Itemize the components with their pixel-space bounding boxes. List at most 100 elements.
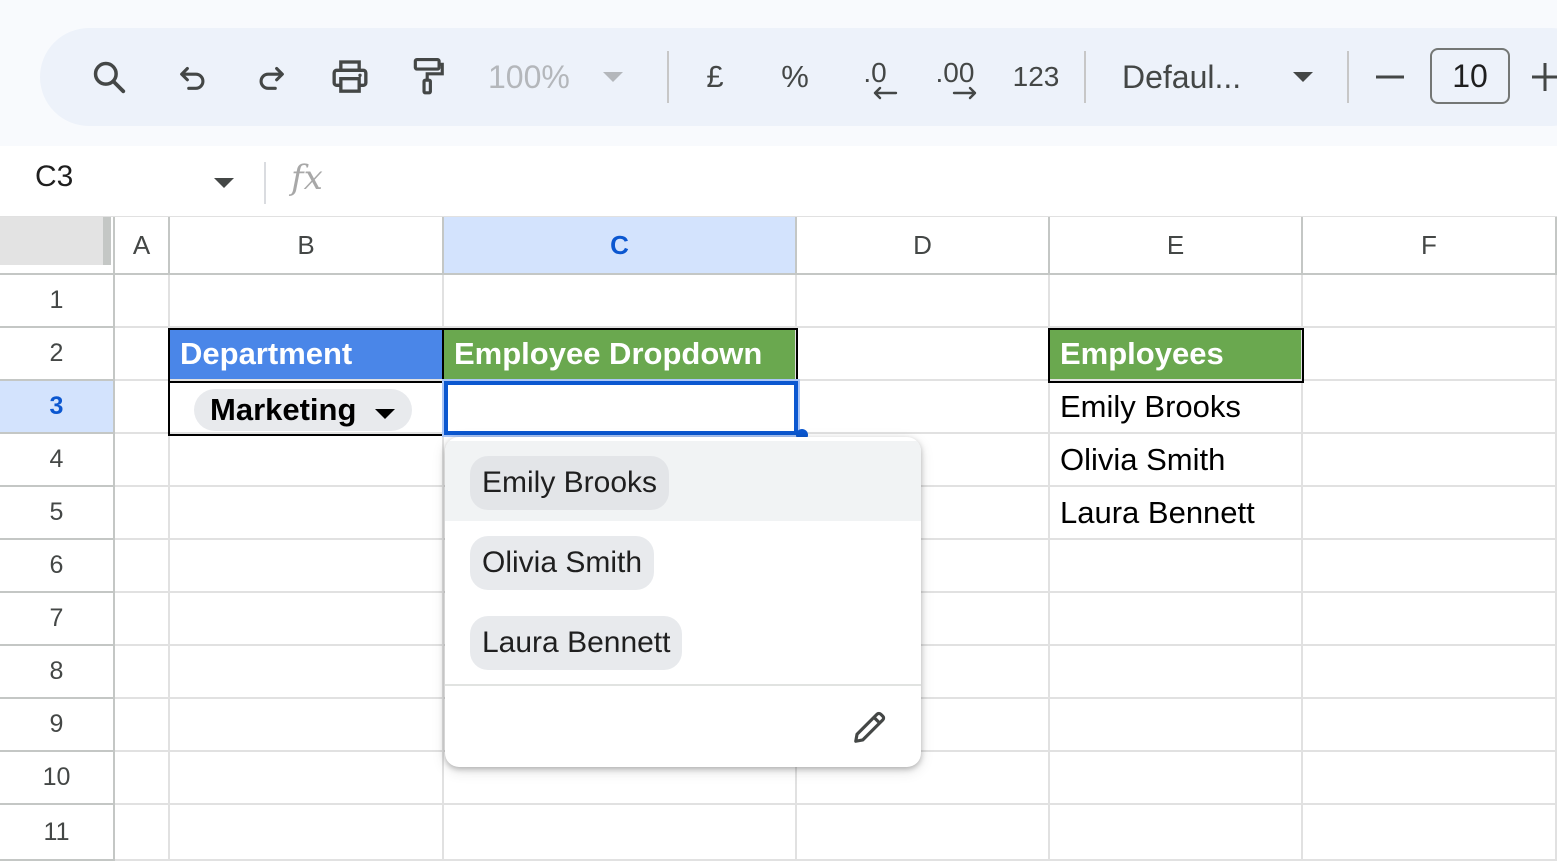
grid-cell[interactable] [1303, 381, 1557, 434]
grid-cell[interactable] [1303, 540, 1557, 593]
grid-cell[interactable] [170, 593, 444, 646]
grid-cell[interactable] [1303, 805, 1557, 861]
name-box[interactable]: C3 [35, 160, 73, 194]
row-header-2[interactable]: 2 [0, 328, 115, 381]
grid-cell[interactable] [797, 805, 1050, 861]
increase-font-size-button[interactable] [1532, 28, 1557, 126]
dropdown-option-chip: Laura Bennett [470, 616, 683, 670]
grid-cell[interactable] [1050, 646, 1303, 699]
grid-cell[interactable] [1050, 805, 1303, 861]
grid-cell[interactable] [115, 646, 170, 699]
column-header-d[interactable]: D [797, 217, 1050, 275]
grid-cell[interactable] [1050, 593, 1303, 646]
department-chip[interactable]: Marketing [194, 389, 413, 431]
grid-cell[interactable] [115, 805, 170, 861]
grid-cell[interactable] [1303, 699, 1557, 752]
decrease-font-size-button[interactable] [1370, 28, 1410, 126]
column-header-e[interactable]: E [1050, 217, 1303, 275]
grid-cell[interactable] [115, 328, 170, 381]
grid-cell[interactable] [1050, 540, 1303, 593]
grid-cell[interactable] [115, 487, 170, 540]
increase-decimal-label: .00 [935, 57, 975, 88]
row-header-8[interactable]: 8 [0, 646, 115, 699]
row-header-11[interactable]: 11 [0, 805, 115, 861]
paint-format-button[interactable] [405, 28, 451, 126]
dropdown-option-laura-bennett[interactable]: Laura Bennett [445, 601, 921, 681]
print-button[interactable] [327, 28, 373, 126]
column-header-b[interactable]: B [170, 217, 444, 275]
row-header-9[interactable]: 9 [0, 699, 115, 752]
grid-cell[interactable] [797, 275, 1050, 328]
grid-cell[interactable] [1050, 699, 1303, 752]
edit-rule-button[interactable] [850, 709, 890, 749]
cell-b3[interactable]: Marketing [170, 381, 444, 434]
grid-cell[interactable] [115, 275, 170, 328]
toolbar-divider [667, 51, 669, 103]
dropdown-option-emily-brooks[interactable]: Emily Brooks [445, 441, 921, 521]
cell-e2[interactable]: Employees [1050, 328, 1303, 381]
grid-cell[interactable] [444, 275, 797, 328]
cell-e4[interactable]: Olivia Smith [1050, 434, 1303, 487]
cell-c2[interactable]: Employee Dropdown [444, 328, 797, 381]
chevron-down-icon[interactable] [213, 176, 235, 195]
grid-cell[interactable] [170, 699, 444, 752]
grid-cell[interactable] [1303, 752, 1557, 805]
percent-format-button[interactable]: % [772, 28, 818, 126]
font-family-select[interactable]: Defaul... [1122, 28, 1322, 126]
grid-cell[interactable] [1303, 434, 1557, 487]
grid-cell[interactable] [444, 805, 797, 861]
column-header-a[interactable]: A [115, 217, 170, 275]
row-header-10[interactable]: 10 [0, 752, 115, 805]
column-header-f[interactable]: F [1303, 217, 1557, 275]
row-header-7[interactable]: 7 [0, 593, 115, 646]
grid-cell[interactable] [170, 805, 444, 861]
grid-cell[interactable] [1303, 593, 1557, 646]
dropdown-option-olivia-smith[interactable]: Olivia Smith [445, 521, 921, 601]
grid-cell[interactable] [170, 275, 444, 328]
cell-e5[interactable]: Laura Bennett [1050, 487, 1303, 540]
grid-cell[interactable] [115, 381, 170, 434]
toolbar-divider [1084, 51, 1086, 103]
increase-decimal-button[interactable]: .00 [928, 28, 982, 126]
grid-cell[interactable] [170, 540, 444, 593]
grid-cell[interactable] [797, 381, 1050, 434]
formula-divider [264, 162, 266, 204]
grid-cell[interactable] [170, 752, 444, 805]
grid-cell[interactable] [115, 540, 170, 593]
row-header-3[interactable]: 3 [0, 381, 115, 434]
search-menus-button[interactable] [84, 28, 134, 126]
formula-input[interactable] [350, 156, 1540, 206]
row-header-6[interactable]: 6 [0, 540, 115, 593]
grid-cell[interactable] [115, 593, 170, 646]
undo-button[interactable] [170, 28, 216, 126]
row-header-5[interactable]: 5 [0, 487, 115, 540]
cell-e3[interactable]: Emily Brooks [1050, 381, 1303, 434]
grid-cell[interactable] [1303, 328, 1557, 381]
grid-cell[interactable] [170, 434, 444, 487]
grid-cell[interactable] [1303, 487, 1557, 540]
font-size-input[interactable]: 10 [1430, 48, 1510, 104]
grid-cell[interactable] [1050, 752, 1303, 805]
grid-cell[interactable] [170, 487, 444, 540]
grid-cell[interactable] [115, 699, 170, 752]
grid-cell[interactable] [797, 328, 1050, 381]
decrease-decimal-button[interactable]: .0 [850, 28, 900, 126]
grid-cell[interactable] [1303, 275, 1557, 328]
more-formats-button[interactable]: 123 [1008, 28, 1064, 126]
cell-b2[interactable]: Department [170, 328, 444, 381]
grid-cell[interactable] [170, 646, 444, 699]
grid-cell[interactable] [1303, 646, 1557, 699]
redo-button[interactable] [248, 28, 294, 126]
row-header-4[interactable]: 4 [0, 434, 115, 487]
column-header-c[interactable]: C [444, 217, 797, 275]
zoom-select[interactable]: 100% [488, 28, 648, 126]
department-chip-label: Marketing [210, 392, 357, 427]
row-header-1[interactable]: 1 [0, 275, 115, 328]
zoom-value: 100% [488, 58, 570, 95]
currency-format-button[interactable]: £ [692, 28, 738, 126]
grid-cell[interactable] [115, 752, 170, 805]
grid-cell[interactable] [115, 434, 170, 487]
cell-c3-selected[interactable] [444, 381, 798, 435]
select-all-corner[interactable] [0, 217, 115, 275]
grid-cell[interactable] [1050, 275, 1303, 328]
